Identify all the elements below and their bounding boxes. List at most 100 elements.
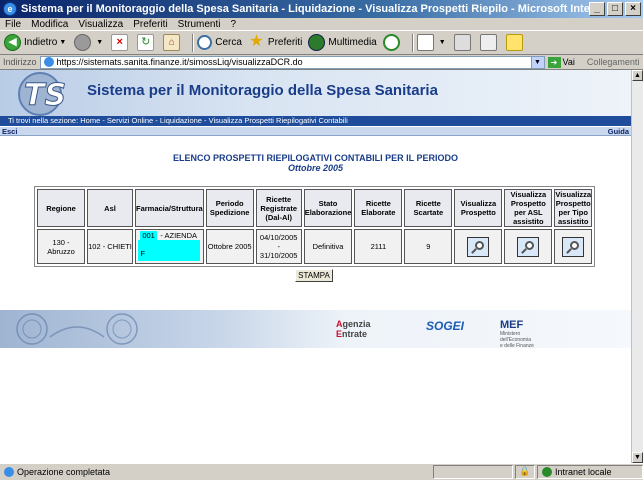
edit-icon [479,34,497,51]
address-label: Indirizzo [3,57,37,67]
breadcrumb: Ti trovi nella sezione: Home - Servizi O… [0,116,631,126]
print-button[interactable] [453,34,474,51]
table-header-row: Regione Asl Farmacia/Struttura Periodo S… [37,189,593,227]
media-button[interactable]: Multimedia [308,34,377,51]
status-text: Operazione completata [17,467,111,477]
mail-dropdown-icon[interactable]: ▼ [439,39,446,46]
col-header: Visualizza Prospetto [454,189,503,227]
col-header: Stato Elaborazione [303,189,353,227]
intranet-globe-icon [542,467,552,477]
stampa-button[interactable]: STAMPA [295,269,333,282]
magnifier-handle [566,247,573,254]
view-prospetto-button[interactable] [467,236,490,257]
guide-link[interactable]: Guida [608,127,629,136]
action-bar: Esci Guida [0,127,631,136]
address-url[interactable]: https://sistemats.sanita.finanze.it/simo… [57,57,531,67]
farmacia-redacted: 001 - AZIENDA F [138,230,201,263]
edit-button[interactable] [479,34,500,51]
address-input[interactable]: https://sistemats.sanita.finanze.it/simo… [39,55,545,69]
mef-logo: MEF Ministero dell'Economia e delle Fina… [500,319,534,349]
menu-strumenti[interactable]: Strumenti [173,19,226,30]
cell-ricette-registrate: 04/10/2005 - 31/10/2005 [255,229,302,264]
col-header: Regione [37,189,85,227]
zone-label: Intranet locale [555,467,612,477]
col-header: Farmacia/Struttura [135,189,204,227]
agenzia-entrate-logo: Agenzia Entrate [336,319,371,339]
cell-regione: 130 - Abruzzo [37,229,85,264]
go-label: Vai [562,57,575,67]
refresh-icon: ↻ [137,34,155,51]
minimize-button[interactable]: _ [589,2,605,16]
menu-help[interactable]: ? [225,19,241,30]
site-header: TS Sistema per il Monitoraggio della Spe… [0,70,631,116]
discuss-button[interactable] [505,34,526,51]
favorites-star-icon: ★ [249,33,264,50]
scroll-down-icon[interactable]: ▼ [632,452,643,463]
mef-sub3: e delle Finanze [500,343,534,349]
search-button[interactable]: Cerca [197,35,242,50]
menu-visualizza[interactable]: Visualizza [73,19,128,30]
cell-asl: 102 - CHIETI [87,229,133,264]
menu-modifica[interactable]: Modifica [26,19,73,30]
col-header: Visualizza Prospetto per Tipo assistito [554,189,593,227]
cell-elaborate: 2111 [354,229,403,264]
home-button[interactable]: ⌂ [163,34,183,51]
report-period: Ottobre 2005 [287,163,344,173]
media-label: Multimedia [328,37,377,48]
note-icon [505,34,523,51]
stop-button[interactable]: × [111,34,131,51]
sogei-logo: SOGEI [426,319,465,333]
address-dropdown-icon[interactable]: ▼ [530,56,544,68]
mail-button[interactable]: ▼ [416,34,448,51]
vertical-scrollbar[interactable]: ▲ ▼ [631,70,643,463]
media-icon [308,34,326,51]
page-icon [43,57,54,67]
printer-icon [453,34,471,51]
favorites-label: Preferiti [267,37,303,48]
page-content: TS Sistema per il Monitoraggio della Spe… [0,70,631,463]
internet-explorer-icon: e [3,2,17,16]
view-prospetto-asl-button[interactable] [517,236,540,257]
back-label: Indietro [24,37,58,48]
agenzia-bottom: ntrate [342,329,368,339]
cell-stato: Definitiva [303,229,353,264]
magnifier-icon [475,240,485,250]
favorites-button[interactable]: ★ Preferiti [248,34,302,51]
toolbar-separator [192,33,195,52]
go-arrow-icon: ➜ [547,56,561,68]
forward-dropdown-icon[interactable]: ▼ [96,39,103,46]
ricette-al: 31/10/2005 [259,251,298,260]
back-button[interactable]: ◀ Indietro ▼ [4,34,68,51]
home-icon: ⌂ [163,34,181,51]
table-row: 130 - Abruzzo 102 - CHIETI 001 - AZIENDA… [37,229,593,264]
history-button[interactable] [382,34,403,51]
farmacia-code: 001 [140,231,157,240]
view-prospetto-tipo-button[interactable] [562,236,585,257]
toolbar-separator [411,33,414,52]
refresh-button[interactable]: ↻ [137,34,157,51]
menu-preferiti[interactable]: Preferiti [128,19,172,30]
lock-icon: 🔒 [515,465,535,479]
status-segment [433,465,513,479]
search-icon [197,35,213,50]
links-toolbar[interactable]: Collegamenti [587,57,640,67]
back-dropdown-icon[interactable]: ▼ [59,39,66,46]
window-title-bar: e Sistema per il Monitoraggio della Spes… [0,0,643,18]
exit-link[interactable]: Esci [2,127,17,136]
forward-button[interactable]: ▼ [74,34,105,51]
close-button[interactable]: × [625,2,641,16]
menu-bar: File Modifica Visualizza Preferiti Strum… [0,18,643,31]
report-table: Regione Asl Farmacia/Struttura Periodo S… [34,186,596,267]
magnifier-handle [471,247,478,254]
mail-icon [416,34,434,51]
security-zone: Intranet locale [537,465,643,479]
window-title: Sistema per il Monitoraggio della Spesa … [21,3,589,15]
magnifier-icon [525,240,535,250]
stop-icon: × [111,34,129,51]
page-done-icon [4,467,14,477]
maximize-button[interactable]: □ [607,2,623,16]
go-button[interactable]: ➜ Vai [547,56,575,68]
menu-file[interactable]: File [0,19,26,30]
scroll-up-icon[interactable]: ▲ [632,70,643,81]
farmacia-name: - AZIENDA [160,231,198,240]
